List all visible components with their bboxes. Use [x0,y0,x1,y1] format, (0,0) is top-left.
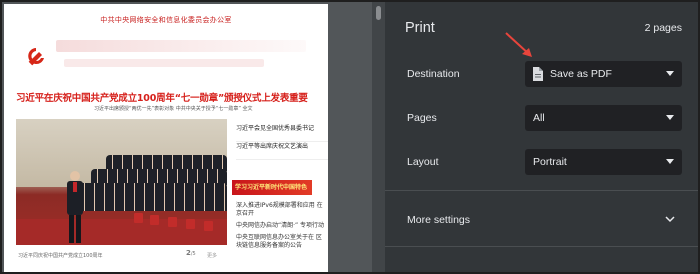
photo-crowd-row [78,183,227,211]
photo-carpet [16,219,227,245]
section-divider [385,190,698,191]
pages-value: All [533,112,545,124]
document-icon [533,67,543,81]
photo-chair [168,217,177,227]
faded-header-banner-secondary [64,59,264,67]
more-link[interactable]: 更多 [207,252,217,259]
more-settings-toggle[interactable]: More settings [407,214,470,226]
section-divider [385,246,698,247]
preview-page: 中共中央网络安全和信息化委员会办公室 习近平在庆祝中国共产党成立100周年“七一… [4,4,328,272]
destination-label: Destination [407,68,460,80]
side-news-list: 习近平会见全国优秀县委书记 习近平等出席庆祝文艺演出 [236,124,328,160]
photo-caption: 习近平同庆祝中国共产党成立100周年 [18,253,103,259]
headline-subline: 习近平出席颁授“两优一先”表彰对象 中共中央关于授予“七一勋章” 全文 [94,106,253,112]
layout-label: Layout [407,156,439,168]
slide-indicator: 2/5 [186,249,196,257]
side-news-item[interactable]: 中央网信办启动“清朗·” 专项行动 [236,222,326,230]
faded-header-banner [56,40,306,52]
slide-total: /5 [190,251,196,257]
side-news-list-secondary: 深入推进IPv6规模部署和应用 在京召开 中央网信办启动“清朗·” 专项行动 中… [236,202,326,254]
chevron-down-icon[interactable] [664,214,676,224]
print-preview-area[interactable]: 中共中央网络安全和信息化委员会办公室 习近平在庆祝中国共产党成立100周年“七一… [2,2,385,272]
sheet-count: 2 pages [644,22,682,34]
preview-scroll-thumb[interactable] [376,6,381,20]
caret-down-icon [666,71,674,76]
side-news-item[interactable]: 习近平会见全国优秀县委书记 [236,124,328,142]
destination-value: Save as PDF [550,68,612,80]
party-emblem-icon [24,44,48,68]
caret-down-icon [666,115,674,120]
side-news-item[interactable]: 深入推进IPv6规模部署和应用 在京召开 [236,202,326,218]
photo-figure [67,171,83,243]
photo-chair [150,215,159,225]
caret-down-icon [666,159,674,164]
preview-scrollbar[interactable] [372,2,385,272]
dialog-title: Print [405,20,435,36]
pages-label: Pages [407,112,437,124]
photo-chair [186,219,195,229]
arrow-annotation-icon [505,32,532,57]
photo-chair [204,221,213,231]
print-dialog: 中共中央网络安全和信息化委员会办公室 习近平在庆祝中国共产党成立100周年“七一… [0,0,700,274]
side-news-item[interactable]: 中央互联网信息办公室关于在 区块链信息服务备案的公告 [236,234,326,250]
print-settings-panel: Print 2 pages Destination Save as PDF Pa… [385,2,698,272]
layout-select[interactable]: Portrait [525,149,682,175]
headline: 习近平在庆祝中国共产党成立100周年“七一勋章”颁授仪式上发表重要 [16,93,308,104]
pages-select[interactable]: All [525,105,682,131]
news-photo [16,119,227,245]
org-title: 中共中央网络安全和信息化委员会办公室 [100,16,232,24]
study-banner[interactable]: 学习习近平新时代中国特色 [232,180,312,195]
side-news-item[interactable]: 习近平等出席庆祝文艺演出 [236,142,328,160]
destination-select[interactable]: Save as PDF [525,61,682,87]
photo-chair [134,213,143,223]
layout-value: Portrait [533,156,567,168]
